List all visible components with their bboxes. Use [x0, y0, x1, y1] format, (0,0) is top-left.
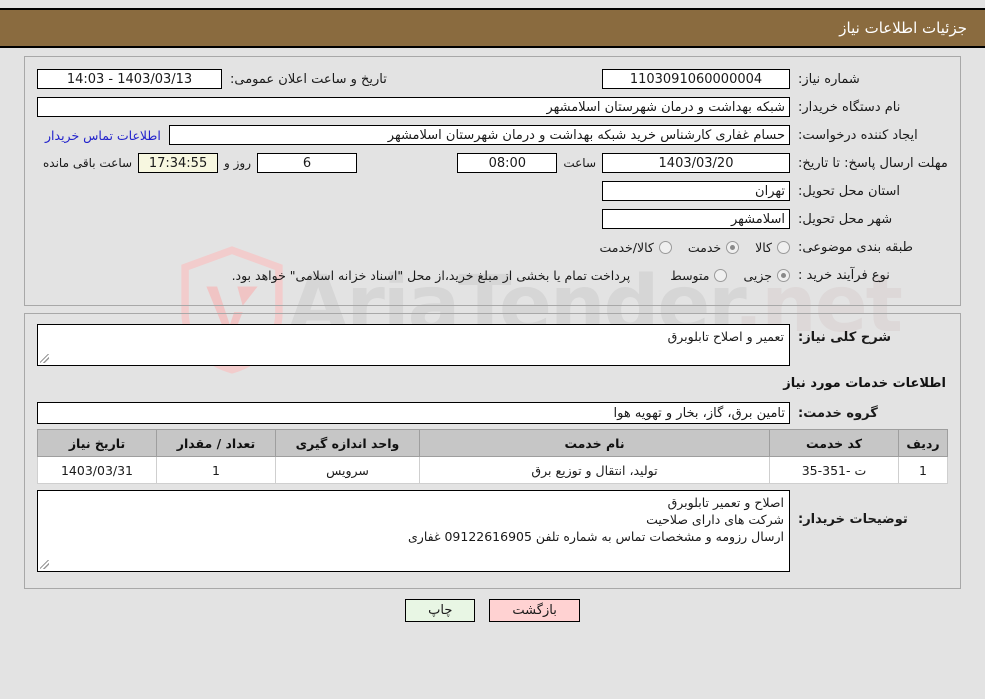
announce-datetime-value: 1403/03/13 - 14:03 — [37, 69, 222, 89]
deadline-time-value: 08:00 — [457, 153, 558, 173]
services-table: ردیف کد خدمت نام خدمت واحد اندازه گیری ت… — [37, 429, 948, 484]
purchase-type-radio-group: جزیی متوسط — [654, 268, 790, 283]
requester-label: ایجاد کننده درخواست: — [798, 127, 918, 143]
row-deadline: مهلت ارسال پاسخ: تا تاریخ: 1403/03/20 سا… — [37, 151, 948, 175]
details-panel: شرح کلی نیاز: تعمیر و اصلاح تابلوبرق اطل… — [24, 313, 961, 589]
service-group-label: گروه خدمت: — [798, 405, 878, 421]
col-service-code: کد خدمت — [769, 429, 899, 457]
row-buyer-notes: توضیحات خریدار: اصلاح و تعمیر تابلوبرق ش… — [37, 490, 948, 572]
remaining-label: ساعت باقی مانده — [43, 156, 133, 170]
province-label: استان محل تحویل: — [798, 183, 900, 199]
cell-need-date: 1403/03/31 — [37, 456, 157, 484]
category-radio-group: کالا خدمت کالا/خدمت — [583, 240, 790, 255]
col-quantity: تعداد / مقدار — [156, 429, 276, 457]
countdown-timer-value: 17:34:55 — [138, 153, 219, 173]
need-info-panel: شماره نیاز: 1103091060000004 تاریخ و ساع… — [24, 56, 961, 306]
category-option-kala-khadamat[interactable]: کالا/خدمت — [599, 240, 672, 255]
need-number-label: شماره نیاز: — [798, 71, 860, 87]
cell-quantity: 1 — [156, 456, 276, 484]
buyer-org-label: نام دستگاه خریدار: — [798, 99, 901, 115]
category-option-khadamat[interactable]: خدمت — [688, 240, 740, 255]
cell-service-name: تولید، انتقال و توزیع برق — [419, 456, 770, 484]
service-group-value: تامین برق، گاز، بخار و تهویه هوا — [37, 402, 790, 424]
purchase-option-motavaset[interactable]: متوسط — [670, 268, 728, 283]
buyer-contact-link[interactable]: اطلاعات تماس خریدار — [37, 128, 169, 143]
general-desc-textarea[interactable]: تعمیر و اصلاح تابلوبرق — [37, 324, 790, 366]
row-requester: ایجاد کننده درخواست: حسام غفاری کارشناس … — [37, 123, 948, 147]
footer-buttons: بازگشت چاپ — [0, 599, 985, 622]
col-unit: واحد اندازه گیری — [275, 429, 420, 457]
requester-value: حسام غفاری کارشناس خرید شبکه بهداشت و در… — [168, 125, 790, 145]
purchase-option-jozei[interactable]: جزیی — [743, 268, 790, 283]
col-row-no: ردیف — [898, 429, 948, 457]
row-province: استان محل تحویل: تهران — [37, 179, 948, 203]
buyer-notes-label: توضیحات خریدار: — [798, 512, 908, 527]
row-service-group: گروه خدمت: تامین برق، گاز، بخار و تهویه … — [37, 401, 948, 425]
cell-service-code: ت -351-35 — [769, 456, 899, 484]
print-button[interactable]: چاپ — [405, 599, 476, 622]
radio-icon[interactable] — [658, 240, 672, 254]
city-value: اسلامشهر — [602, 209, 790, 229]
general-desc-label: شرح کلی نیاز: — [798, 330, 892, 345]
table-row: 1 ت -351-35 تولید، انتقال و توزیع برق سر… — [37, 456, 948, 484]
row-buyer-org: نام دستگاه خریدار: شبکه بهداشت و درمان ش… — [37, 95, 948, 119]
radio-icon[interactable] — [777, 240, 790, 254]
page-title: جزئیات اطلاعات نیاز — [839, 19, 967, 37]
cell-unit: سرویس — [275, 456, 420, 484]
days-remaining-value: 6 — [257, 153, 358, 173]
col-need-date: تاریخ نیاز — [37, 429, 157, 457]
deadline-date-value: 1403/03/20 — [602, 153, 790, 173]
days-label: روز و — [224, 156, 252, 170]
cell-row-no: 1 — [898, 456, 948, 484]
back-button[interactable]: بازگشت — [489, 599, 580, 622]
radio-icon[interactable] — [714, 268, 728, 282]
announce-datetime-label: تاریخ و ساعت اعلان عمومی: — [230, 71, 387, 87]
city-label: شهر محل تحویل: — [798, 211, 893, 227]
row-city: شهر محل تحویل: اسلامشهر — [37, 207, 948, 231]
need-number-value: 1103091060000004 — [602, 69, 790, 89]
category-option-kala[interactable]: کالا — [755, 240, 790, 255]
row-general-description: شرح کلی نیاز: تعمیر و اصلاح تابلوبرق — [37, 324, 948, 366]
table-header-row: ردیف کد خدمت نام خدمت واحد اندازه گیری ت… — [37, 429, 948, 457]
row-category: طبقه بندی موضوعی: کالا خدمت کالا/خدمت — [37, 235, 948, 259]
category-label: طبقه بندی موضوعی: — [798, 239, 914, 255]
services-section-title: اطلاعات خدمات مورد نیاز — [783, 376, 946, 391]
radio-icon[interactable] — [777, 268, 790, 282]
radio-icon[interactable] — [726, 240, 740, 254]
province-value: تهران — [602, 181, 790, 201]
buyer-notes-textarea[interactable]: اصلاح و تعمیر تابلوبرق شرکت های دارای صل… — [37, 490, 790, 572]
time-label: ساعت — [563, 156, 596, 170]
page-header: جزئیات اطلاعات نیاز — [0, 8, 985, 48]
row-need-number: شماره نیاز: 1103091060000004 تاریخ و ساع… — [37, 67, 948, 91]
deadline-label: مهلت ارسال پاسخ: تا تاریخ: — [798, 155, 948, 171]
buyer-org-value: شبکه بهداشت و درمان شهرستان اسلامشهر — [37, 97, 790, 117]
row-purchase-type: نوع فرآیند خرید : جزیی متوسط پرداخت تمام… — [37, 263, 948, 287]
purchase-type-label: نوع فرآیند خرید : — [798, 267, 890, 283]
col-service-name: نام خدمت — [419, 429, 770, 457]
payment-note: پرداخت تمام یا بخشی از مبلغ خرید،از محل … — [231, 267, 631, 283]
